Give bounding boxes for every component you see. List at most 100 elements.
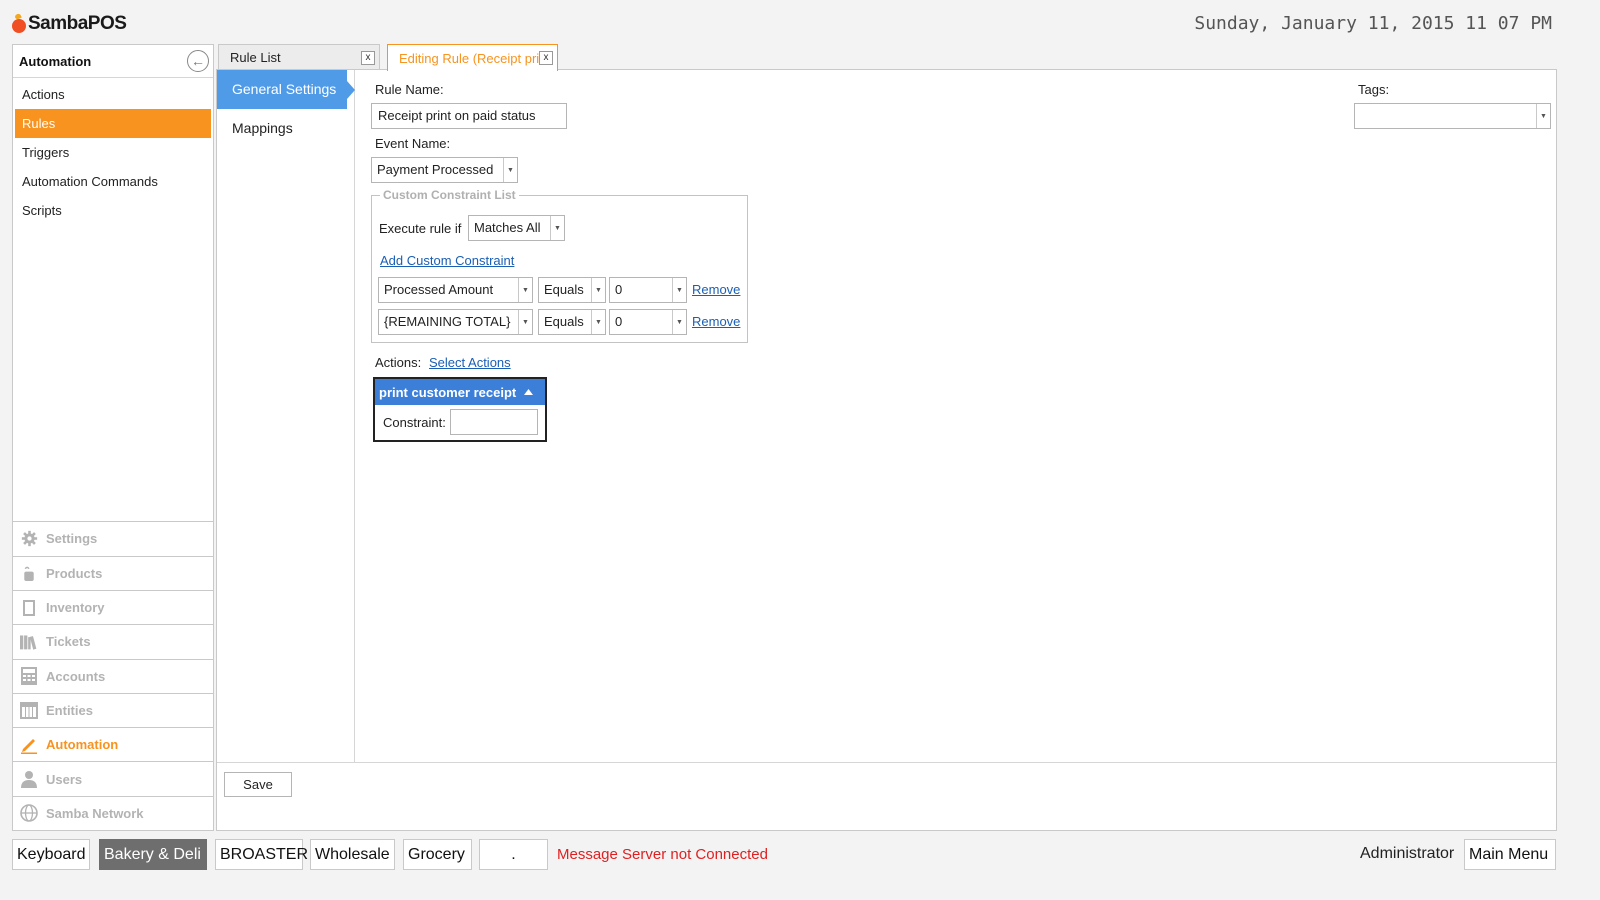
close-icon[interactable]: x [361,50,375,65]
module-accounts[interactable]: Accounts [13,658,213,693]
module-inventory[interactable]: Inventory [13,589,213,624]
datetime-display: Sunday, January 11, 2015 11 07 PM [1194,13,1552,34]
module-label: Entities [46,702,93,718]
rule-name-input[interactable]: Receipt print on paid status [371,103,567,129]
globe-icon [20,804,38,823]
module-label: Samba Network [46,805,144,821]
module-users[interactable]: Users [13,761,213,795]
event-name-select[interactable]: Payment Processed ▼ [371,157,518,183]
sambapos-logo-icon [12,19,26,33]
constraint-operator-select[interactable]: Equals ▼ [538,277,606,303]
actions-label: Actions: [375,355,422,370]
action-item-header[interactable]: print customer receipt [375,379,545,405]
match-mode-select[interactable]: Matches All ▼ [468,215,565,241]
chevron-down-icon[interactable]: ▼ [1536,104,1550,128]
module-settings[interactable]: Settings [13,521,213,555]
module-label: Automation [46,737,119,753]
dot-button[interactable]: . [479,839,548,870]
event-name-value: Payment Processed [377,162,494,177]
nav-header: Automation ← [13,45,213,78]
books-icon [20,633,38,651]
main-menu-button[interactable]: Main Menu [1464,839,1556,870]
module-label: Accounts [46,668,106,684]
nav-item-rules[interactable]: Rules [15,109,211,138]
tab-general-settings[interactable]: General Settings [217,70,355,109]
chevron-down-icon[interactable]: ▼ [550,216,564,240]
module-label: Inventory [46,600,105,616]
group-title: Custom Constraint List [380,188,519,202]
grocery-button[interactable]: Grocery [403,839,472,870]
nav-item-automation-commands[interactable]: Automation Commands [15,167,211,196]
remove-constraint-link[interactable]: Remove [692,282,740,297]
coffee-cup-icon [20,564,38,582]
module-entities[interactable]: Entities [13,692,213,727]
collapse-arrow-icon[interactable] [524,389,534,395]
tab-mappings[interactable]: Mappings [217,109,354,148]
nav-item-scripts[interactable]: Scripts [15,196,211,225]
back-arrow-icon[interactable]: ← [187,50,209,72]
event-name-label: Event Name: [375,136,451,151]
module-tickets[interactable]: Tickets [13,624,213,658]
module-label: Products [46,565,103,581]
chevron-down-icon[interactable]: ▼ [672,310,686,334]
chevron-down-icon[interactable]: ▼ [591,278,605,302]
select-actions-link[interactable]: Select Actions [429,355,511,370]
add-custom-constraint-link[interactable]: Add Custom Constraint [380,253,514,268]
module-label: Settings [46,531,98,547]
constraint-operator-value: Equals [544,282,584,297]
constraint-value-select[interactable]: 0 ▼ [609,277,687,303]
bakery-deli-button[interactable]: Bakery & Deli [99,839,207,870]
chevron-down-icon[interactable]: ▼ [672,278,686,302]
module-list: Settings Products Inventory Tickets Acco… [13,521,213,830]
rule-editor-panel: General Settings Mappings Rule Name: Rec… [216,69,1557,831]
constraint-value: 0 [615,314,623,329]
save-button[interactable]: Save [224,772,292,797]
constraint-operator-select[interactable]: Equals ▼ [538,309,606,335]
rule-name-label: Rule Name: [375,82,444,97]
module-products[interactable]: Products [13,555,213,590]
action-constraint-label: Constraint: [383,414,446,430]
constraint-value: 0 [615,282,623,297]
tab-label: Editing Rule (Receipt print on paid stat… [399,50,539,66]
nav-item-actions[interactable]: Actions [15,80,211,109]
box-icon [20,599,38,617]
app-logo: SambaPOS [12,10,127,38]
current-user: Administrator [1360,845,1455,862]
pencil-icon [20,736,38,754]
constraint-field-value: Processed Amount [384,282,494,297]
footer-divider [217,762,1556,763]
wholesale-button[interactable]: Wholesale [310,839,395,870]
tags-select[interactable]: ▼ [1354,103,1551,129]
module-label: Tickets [46,634,91,650]
chevron-down-icon[interactable]: ▼ [518,310,532,334]
calendar-icon [20,701,38,719]
module-automation[interactable]: Automation [13,727,213,761]
close-icon[interactable]: x [539,51,553,65]
chevron-down-icon[interactable]: ▼ [503,158,517,182]
tab-label: Rule List [230,50,281,65]
calculator-icon [20,667,38,686]
nav-item-triggers[interactable]: Triggers [15,138,211,167]
tab-rule-list[interactable]: Rule List x [218,44,380,70]
chevron-down-icon[interactable]: ▼ [591,310,605,334]
constraint-field-value: {REMAINING TOTAL} [384,314,511,329]
remove-constraint-link[interactable]: Remove [692,314,740,329]
settings-side-tabs: General Settings Mappings [217,70,355,762]
constraint-value-select[interactable]: 0 ▼ [609,309,687,335]
constraint-field-select[interactable]: Processed Amount ▼ [378,277,533,303]
tab-editing-rule[interactable]: Editing Rule (Receipt print on paid stat… [387,44,558,71]
app-name: SambaPOS [28,13,127,34]
constraint-field-select[interactable]: {REMAINING TOTAL} ▼ [378,309,533,335]
action-item[interactable]: print customer receipt Constraint: [373,377,547,442]
user-icon [20,770,38,789]
broaster-button[interactable]: BROASTER [215,839,308,870]
module-samba-network[interactable]: Samba Network [13,795,213,830]
tags-label: Tags: [1358,82,1390,97]
chevron-down-icon[interactable]: ▼ [518,278,532,302]
module-label: Users [46,771,83,787]
action-constraint-input[interactable] [449,409,538,435]
nav-title: Automation [19,53,92,69]
keyboard-button[interactable]: Keyboard [12,839,90,870]
match-mode-value: Matches All [474,220,541,235]
gear-icon [20,530,38,548]
